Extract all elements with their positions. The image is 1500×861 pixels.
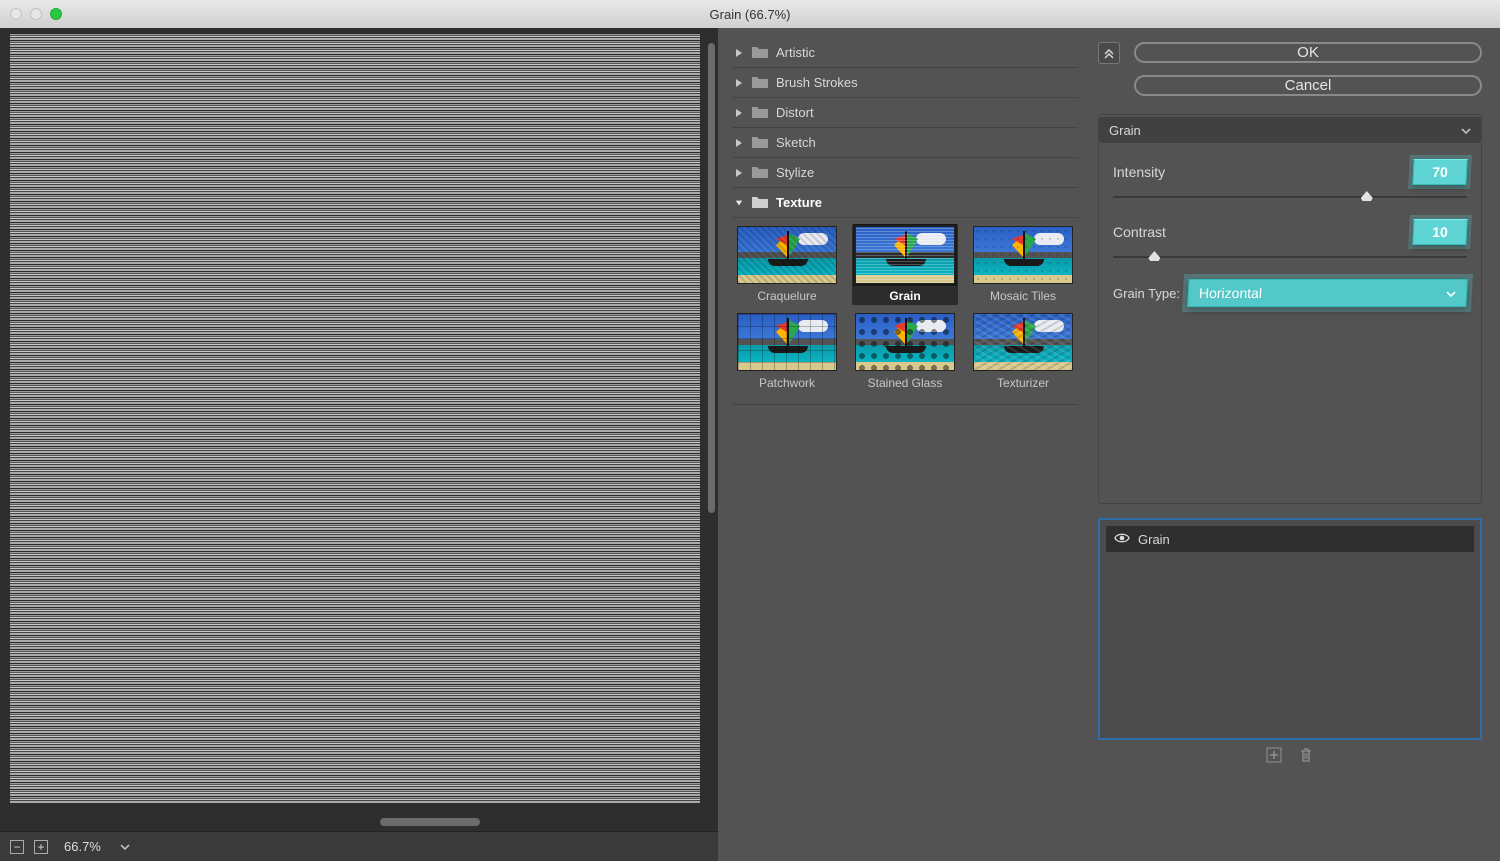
contrast-slider[interactable] [1113, 251, 1467, 263]
folder-icon [752, 75, 768, 91]
filter-gallery: Artistic Brush Strokes Distort Sketch St… [718, 28, 1088, 861]
preview-horizontal-scrollbar[interactable] [380, 818, 480, 826]
ok-button[interactable]: OK [1134, 42, 1482, 63]
visibility-icon[interactable] [1114, 532, 1130, 547]
new-effect-layer-button[interactable] [1265, 746, 1283, 764]
cancel-button[interactable]: Cancel [1134, 75, 1482, 96]
category-label: Stylize [776, 165, 814, 180]
preview-panel: − + 66.7% [0, 28, 718, 861]
category-label: Sketch [776, 135, 816, 150]
thumb-label: Craquelure [757, 289, 816, 303]
chevron-down-icon [1461, 123, 1471, 138]
contrast-label: Contrast [1113, 224, 1166, 240]
zoom-dropdown[interactable] [118, 840, 132, 854]
category-artistic[interactable]: Artistic [732, 38, 1078, 68]
category-label: Artistic [776, 45, 815, 60]
thumb-label: Mosaic Tiles [990, 289, 1056, 303]
filter-name: Grain [1109, 123, 1141, 138]
folder-icon [752, 135, 768, 151]
category-label: Texture [776, 195, 822, 210]
intensity-value[interactable]: 70 [1412, 159, 1467, 185]
thumb-label: Grain [889, 289, 920, 303]
grain-type-label: Grain Type: [1113, 286, 1180, 301]
thumb-label: Stained Glass [868, 376, 943, 390]
filter-thumb-stained-glass[interactable]: Stained Glass [854, 313, 956, 390]
folder-icon [752, 45, 768, 61]
category-texture[interactable]: Texture [732, 188, 1078, 218]
folder-icon [752, 165, 768, 181]
collapse-panel-button[interactable] [1098, 42, 1120, 64]
category-label: Distort [776, 105, 814, 120]
folder-icon [752, 105, 768, 121]
delete-effect-layer-button[interactable] [1297, 746, 1315, 764]
disclosure-right-icon [734, 168, 744, 178]
category-distort[interactable]: Distort [732, 98, 1078, 128]
effect-layer-name: Grain [1138, 532, 1170, 547]
preview-canvas[interactable] [10, 33, 700, 803]
folder-icon [752, 195, 768, 211]
filter-thumb-craquelure[interactable]: Craquelure [736, 226, 838, 303]
thumb-label: Patchwork [759, 376, 815, 390]
layers-footer [1098, 740, 1482, 764]
grain-type-value: Horizontal [1199, 285, 1263, 301]
zoom-out-button[interactable]: − [10, 840, 24, 854]
disclosure-down-icon [734, 198, 744, 208]
disclosure-right-icon [734, 108, 744, 118]
window-title: Grain (66.7%) [0, 7, 1500, 22]
intensity-label: Intensity [1113, 164, 1165, 180]
category-brush-strokes[interactable]: Brush Strokes [732, 68, 1078, 98]
disclosure-right-icon [734, 48, 744, 58]
category-sketch[interactable]: Sketch [732, 128, 1078, 158]
effect-layer-row[interactable]: Grain [1106, 526, 1474, 552]
disclosure-right-icon [734, 78, 744, 88]
zoom-in-button[interactable]: + [34, 840, 48, 854]
category-stylize[interactable]: Stylize [732, 158, 1078, 188]
effect-layers-panel: Grain [1098, 518, 1482, 740]
settings-panel: OK Cancel Grain Intensity 70 Contrast 10 [1088, 28, 1500, 861]
disclosure-right-icon [734, 138, 744, 148]
filter-thumb-mosaic-tiles[interactable]: Mosaic Tiles [972, 226, 1074, 303]
preview-vertical-scrollbar[interactable] [708, 43, 715, 513]
category-label: Brush Strokes [776, 75, 858, 90]
thumb-label: Texturizer [997, 376, 1049, 390]
filter-select[interactable]: Grain [1099, 117, 1481, 143]
zoom-bar: − + 66.7% [0, 831, 718, 861]
grain-type-select[interactable]: Horizontal [1187, 279, 1467, 307]
filter-thumb-patchwork[interactable]: Patchwork [736, 313, 838, 390]
intensity-slider[interactable] [1113, 191, 1467, 203]
texture-thumbnails: Craquelure Grain Mosaic Tiles Patchwork … [732, 218, 1078, 405]
filter-thumb-grain[interactable]: Grain [852, 224, 958, 305]
zoom-level: 66.7% [58, 839, 108, 854]
filter-params: Grain Intensity 70 Contrast 10 Grain Typ… [1098, 114, 1482, 504]
window-titlebar: Grain (66.7%) [0, 0, 1500, 28]
filter-thumb-texturizer[interactable]: Texturizer [972, 313, 1074, 390]
chevron-down-icon [1446, 285, 1457, 301]
contrast-value[interactable]: 10 [1412, 219, 1467, 245]
